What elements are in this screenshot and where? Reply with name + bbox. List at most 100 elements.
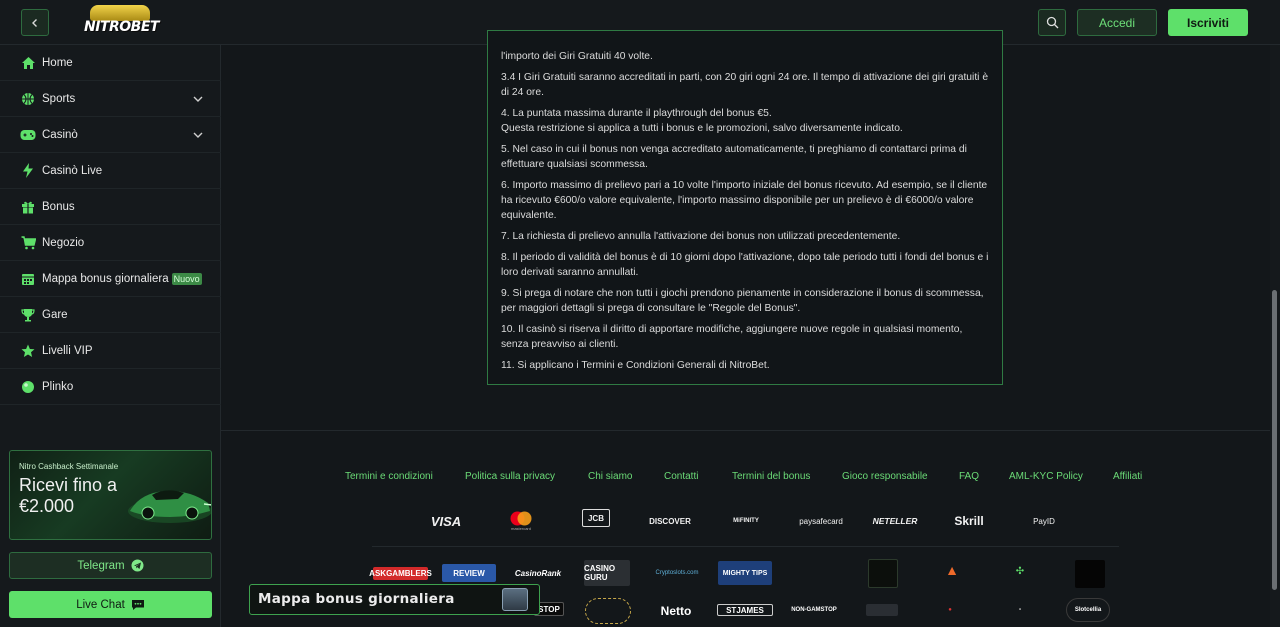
jcb-logo: JCB	[582, 509, 610, 527]
sidebar-item-label: Home	[42, 56, 73, 69]
terms-paragraph: 3.4 I Giri Gratuiti saranno accreditati …	[501, 72, 989, 98]
footer-link-faq[interactable]: FAQ	[959, 471, 979, 482]
lightning-icon	[20, 163, 36, 179]
login-button[interactable]: Accedi	[1077, 9, 1157, 36]
sidebar-item-label: Bonus	[42, 200, 75, 213]
cashback-promo-card[interactable]: Nitro Cashback Settimanale Ricevi fino a…	[9, 450, 212, 540]
terms-paragraph: 4. La puntata massima durante il playthr…	[501, 108, 772, 119]
cart-icon	[20, 235, 36, 251]
bonus-terms-panel: l'importo dei Giri Gratuiti 40 volte. 3.…	[487, 30, 1003, 385]
footer-link-aml-kyc[interactable]: AML-KYC Policy	[1009, 471, 1083, 482]
payid-logo: PayID	[1033, 516, 1055, 526]
search-icon	[1046, 16, 1058, 29]
treasure-chest-icon	[502, 588, 528, 611]
slotcellia-logo: Slotcellia	[1066, 598, 1110, 622]
trophy-icon	[20, 307, 36, 323]
visa-logo: VISA	[430, 513, 462, 529]
casino-guru-logo: CASINO GURU	[584, 560, 630, 586]
telegram-icon	[131, 559, 144, 572]
terms-paragraph: 9. Si prega di notare che non tutti i gi…	[501, 288, 984, 314]
paysafecard-logo: paysafecard	[799, 516, 843, 526]
footer-link-contacts[interactable]: Contatti	[664, 471, 698, 482]
telegram-button[interactable]: Telegram	[9, 552, 212, 579]
sidebar-item-plinko[interactable]: Plinko	[0, 369, 221, 405]
mifinity-logo: MiFINITY	[733, 518, 759, 524]
terms-paragraph: 5. Nel caso in cui il bonus non venga ac…	[501, 144, 967, 170]
sports-ball-icon	[20, 91, 36, 107]
flame-logo-icon: ▲	[945, 562, 959, 578]
promo-subtitle: Nitro Cashback Settimanale	[19, 462, 119, 471]
footer-link-about[interactable]: Chi siamo	[588, 471, 632, 482]
new-badge: Nuovo	[171, 272, 202, 285]
red-wordmark-logo-icon: ●	[948, 607, 952, 613]
askgamblers-logo: ASKGAMBLERS	[369, 567, 432, 580]
stjames-logo: STJAMES	[717, 604, 773, 616]
mastercard-logo: mastercard	[505, 510, 537, 532]
sidebar-item-casino-live[interactable]: Casinò Live	[0, 153, 221, 189]
sidebar-item-label: Casinò	[42, 128, 78, 141]
cryptoslots-logo: Cryptoslots.com	[655, 570, 699, 576]
logo-text: NITROBET	[84, 19, 159, 35]
footer-link-responsible-gaming[interactable]: Gioco responsabile	[842, 471, 928, 482]
sidebar-item-bonus[interactable]: Bonus	[0, 189, 221, 225]
review-logo: REVIEW	[442, 564, 496, 582]
telegram-label: Telegram	[77, 559, 125, 572]
sports-car-icon	[128, 490, 211, 523]
daily-bonus-map-banner[interactable]: Mappa bonus giornaliera	[249, 584, 540, 615]
sidebar-item-label: Sports	[42, 92, 76, 105]
scrollbar-thumb[interactable]	[1272, 290, 1277, 590]
gold-badge-logo-icon	[585, 598, 631, 624]
home-icon	[20, 55, 36, 71]
sidebar-item-sports[interactable]: Sports	[0, 81, 221, 117]
sidebar-item-shop[interactable]: Negozio	[0, 225, 221, 261]
sidebar: Home Sports Casinò Casinò Live Bonus Neg…	[0, 45, 221, 627]
footer-link-privacy[interactable]: Politica sulla privacy	[465, 471, 555, 482]
terms-paragraph: 11. Si applicano i Termini e Condizioni …	[501, 360, 770, 371]
sidebar-item-label: Livelli VIP	[42, 344, 93, 357]
terms-paragraph: 7. La richiesta di prelievo annulla l'at…	[501, 231, 901, 242]
small-logo-icon: •	[1018, 607, 1022, 613]
search-button[interactable]	[1038, 9, 1066, 36]
daily-bonus-banner-label: Mappa bonus giornaliera	[258, 591, 455, 607]
grey-badge-logo-icon	[866, 604, 898, 616]
footer-link-bonus-terms[interactable]: Termini del bonus	[732, 471, 810, 482]
sidebar-item-home[interactable]: Home	[0, 45, 221, 81]
chevron-down-icon[interactable]	[192, 129, 204, 141]
sidebar-item-vip-levels[interactable]: Livelli VIP	[0, 333, 221, 369]
bonus-casino-badge-icon	[868, 559, 898, 588]
live-chat-label: Live Chat	[76, 598, 125, 611]
chevron-down-icon[interactable]	[192, 93, 204, 105]
sidebar-item-label: Plinko	[42, 380, 74, 393]
gamepad-icon	[20, 127, 36, 143]
skrill-logo: Skrill	[954, 514, 984, 528]
back-button[interactable]	[21, 9, 49, 36]
live-chat-button[interactable]: Live Chat	[9, 591, 212, 618]
star-icon	[20, 343, 36, 359]
sidebar-item-label: Negozio	[42, 236, 85, 249]
non-gamstop-logo: NON-GAMSTOP	[791, 607, 837, 613]
footer-link-terms[interactable]: Termini e condizioni	[345, 471, 433, 482]
footer-separator	[372, 546, 1119, 547]
terms-paragraph: 8. Il periodo di validità del bonus è di…	[501, 252, 989, 278]
footer-link-affiliates[interactable]: Affiliati	[1113, 471, 1142, 482]
mastercard-circles-icon	[510, 511, 532, 526]
netto-logo: Netto	[660, 604, 692, 618]
terms-paragraph: 6. Importo massimo di prelievo pari a 10…	[501, 180, 988, 221]
sidebar-item-daily-bonus-map[interactable]: Mappa bonus giornaliera Nuovo	[0, 261, 221, 297]
nitrobet-logo[interactable]: NITROBET	[84, 4, 159, 40]
register-button[interactable]: Iscriviti	[1168, 9, 1248, 36]
sidebar-item-label: Gare	[42, 308, 68, 321]
chat-bubble-icon	[131, 599, 144, 610]
casinorank-logo: CasinoRank	[514, 568, 562, 578]
clover-logo-icon: ✣	[1015, 565, 1025, 577]
plinko-icon	[20, 379, 36, 395]
dark-square-logo-icon	[1075, 560, 1105, 588]
terms-paragraph: l'importo dei Giri Gratuiti 40 volte.	[501, 51, 653, 62]
sidebar-item-label-text: Mappa bonus giornaliera	[42, 272, 169, 285]
sidebar-item-casino[interactable]: Casinò	[0, 117, 221, 153]
discover-logo: DISCOVER	[649, 516, 691, 526]
chevron-left-icon	[32, 18, 37, 27]
sidebar-item-label: Casinò Live	[42, 164, 103, 177]
neteller-logo: NETELLER	[872, 516, 918, 526]
sidebar-item-races[interactable]: Gare	[0, 297, 221, 333]
